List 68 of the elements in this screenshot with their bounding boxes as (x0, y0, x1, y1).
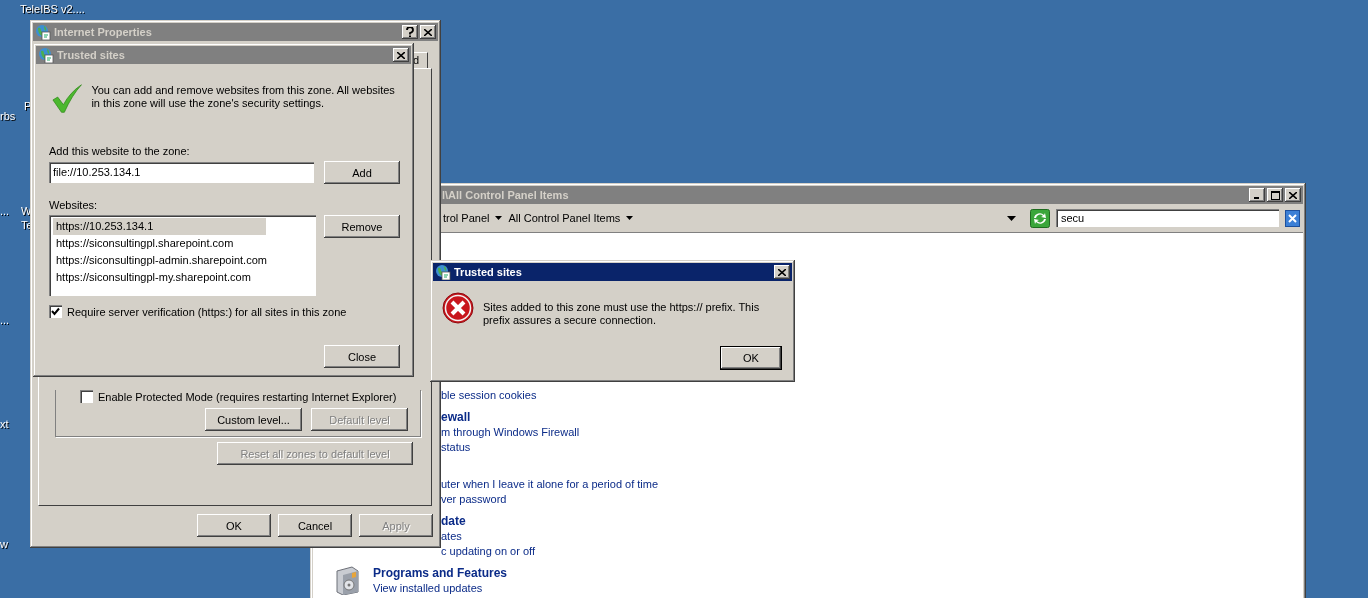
close-icon (424, 28, 432, 36)
checkbox-label: Require server verification (https:) for all sites in this zone (67, 305, 347, 318)
zone-description: You can add and remove websites from this zone. All websites in this zone will use the zone's security settings. (91, 84, 396, 110)
checkmark-icon (52, 84, 83, 114)
checkbox[interactable] (80, 390, 93, 403)
checkbox[interactable] (49, 305, 62, 318)
category-heading-link[interactable]: ewall (441, 410, 471, 425)
list-label: Websites: (49, 198, 99, 212)
search-field[interactable]: secu (1056, 209, 1279, 227)
task-link[interactable]: m through Windows Firewall (441, 425, 580, 440)
breadcrumb-item[interactable]: All Control Panel Items (508, 212, 621, 224)
dialog-button[interactable]: OK (197, 514, 271, 537)
breadcrumb-item[interactable]: trol Panel (443, 212, 490, 224)
task-link[interactable]: status (441, 440, 471, 455)
field-label: Add this website to the zone: (49, 144, 191, 158)
close-button[interactable] (393, 48, 409, 62)
desktop-icon-label[interactable]: w (0, 538, 8, 550)
ok-button[interactable]: OK (720, 346, 782, 370)
close-icon (1289, 191, 1297, 199)
website-list-item[interactable]: https://siconsultingpl.sharepoint.com (53, 235, 234, 252)
globe-icon (435, 264, 451, 280)
task-link[interactable]: uter when I leave it alone for a period of time (441, 477, 659, 492)
window-title: Internet Properties (54, 26, 152, 38)
task-link[interactable]: c updating on or off (441, 544, 535, 559)
task-link[interactable]: View installed updates (373, 581, 483, 596)
add-button[interactable]: Add (324, 161, 400, 184)
question-mark-icon (406, 27, 414, 37)
desktop-icon-label[interactable]: ... (0, 314, 10, 326)
globe-icon (38, 47, 54, 63)
checkbox-label: Enable Protected Mode (requires restarting Internet Explorer) (98, 390, 397, 403)
desktop-icon-label[interactable]: TeleIBS v2.... (20, 3, 85, 15)
minimize-button[interactable] (1249, 188, 1265, 202)
help-button[interactable] (402, 25, 418, 39)
caret-icon[interactable] (495, 216, 503, 220)
task-link[interactable]: ates (441, 529, 462, 544)
close-button[interactable] (774, 265, 790, 279)
maximize-button[interactable] (1267, 188, 1283, 202)
desktop-icon-label[interactable]: ... (0, 205, 10, 217)
category-heading-link[interactable]: date (441, 514, 466, 529)
window-title: Trusted sites (454, 266, 522, 278)
refresh-icon[interactable] (1030, 208, 1050, 228)
close-button[interactable] (1285, 188, 1301, 202)
close-button[interactable] (420, 25, 436, 39)
dialog-button[interactable]: Cancel (278, 514, 352, 537)
website-list-item[interactable]: https://siconsultingpl-my.sharepoint.com (53, 269, 251, 286)
error-icon (442, 292, 474, 324)
maximize-icon (1270, 190, 1280, 200)
close-icon (397, 51, 405, 59)
desktop-icon-label[interactable]: xt (0, 418, 9, 430)
window-title: l\All Control Panel Items (441, 189, 569, 201)
caret-icon[interactable] (626, 216, 634, 220)
task-link[interactable]: ble session cookies (441, 388, 537, 403)
dropdown-caret-icon[interactable] (1007, 215, 1016, 221)
level-button[interactable]: Custom level... (205, 408, 302, 431)
clear-search-icon[interactable] (1285, 209, 1300, 227)
software-box-icon (334, 565, 360, 595)
close-dialog-button[interactable]: Close (324, 345, 400, 368)
website-list-item[interactable]: https://siconsultingpl-admin.sharepoint.com (53, 252, 267, 269)
error-message: Sites added to this zone must use the https:// prefix. This prefix assures a secure connection. (483, 301, 761, 327)
close-icon (778, 268, 786, 276)
task-link[interactable]: ver password (441, 492, 507, 507)
website-input-field[interactable]: file://10.253.134.1 (49, 162, 314, 183)
globe-icon (35, 24, 51, 40)
remove-button[interactable]: Remove (324, 215, 400, 238)
window-title: Trusted sites (57, 49, 125, 61)
category-heading-link[interactable]: Programs and Features (373, 566, 508, 581)
desktop-icon-label[interactable]: rbs (0, 110, 16, 122)
website-list-item[interactable]: https://10.253.134.1 (53, 218, 266, 235)
